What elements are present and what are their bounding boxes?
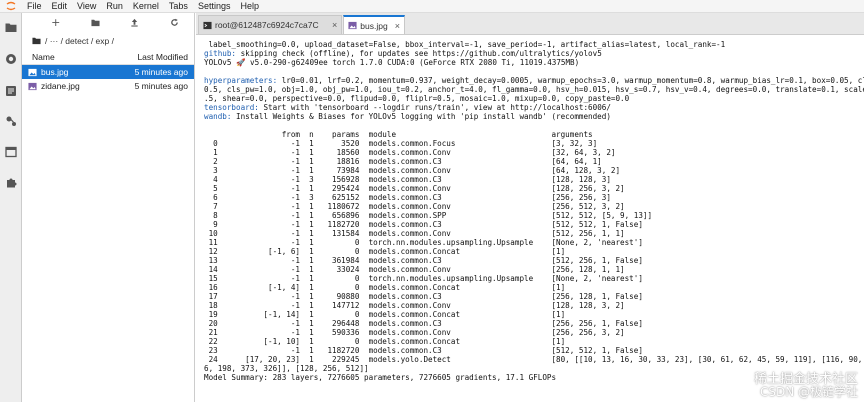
- refresh-button[interactable]: [155, 15, 195, 31]
- terminal-line: YOLOv5 🚀 v5.0-290-g62409ee torch 1.7.0 C…: [204, 58, 580, 67]
- close-icon[interactable]: ×: [332, 20, 337, 30]
- image-file-icon: [28, 68, 37, 76]
- commands-icon[interactable]: [5, 85, 17, 97]
- terminal-line: 5 -1 1 295424 models.common.Conv [128, 2…: [204, 184, 625, 193]
- terminal-line: 0 -1 1 3520 models.common.Focus [3, 32, …: [204, 139, 598, 148]
- file-modified: 5 minutes ago: [134, 81, 188, 91]
- terminal-keyword: github:: [204, 49, 237, 58]
- menu-tabs[interactable]: Tabs: [164, 0, 193, 13]
- terminal-keyword: hyperparameters:: [204, 76, 278, 85]
- close-icon[interactable]: ×: [395, 21, 400, 31]
- jupyter-logo-icon: [0, 0, 22, 13]
- file-name: zidane.jpg: [41, 81, 80, 91]
- upload-button[interactable]: [115, 15, 155, 31]
- terminal-line: 18 -1 1 147712 models.common.Conv [128, …: [204, 301, 625, 310]
- terminal-output[interactable]: label_smoothing=0.0, upload_dataset=Fals…: [196, 35, 864, 402]
- tab-terminal-label: root@612487c6924c7ca7C: [215, 20, 319, 30]
- watermark-line-2: CSDN @极链学社: [759, 385, 858, 399]
- terminal-line: 8 -1 1 656896 models.common.SPP [512, 51…: [204, 211, 653, 220]
- menu-file[interactable]: File: [22, 0, 47, 13]
- terminal-line: 10 -1 1 131584 models.common.Conv [512, …: [204, 229, 625, 238]
- image-file-icon: [348, 21, 357, 30]
- menu-settings[interactable]: Settings: [193, 0, 236, 13]
- terminal-line: 0.5, cls_pw=1.0, obj=1.0, obj_pw=1.0, io…: [204, 85, 864, 94]
- terminal-line: 2 -1 1 18816 models.common.C3 [64, 64, 1…: [204, 157, 602, 166]
- menu-edit[interactable]: Edit: [47, 0, 73, 13]
- upload-icon: [131, 18, 138, 27]
- image-file-icon: [28, 82, 37, 90]
- terminal-line: 12 [-1, 6] 1 0 models.common.Concat [1]: [204, 247, 566, 256]
- folder-icon[interactable]: [5, 21, 17, 33]
- terminal-line: github: skipping check (offline), for up…: [204, 49, 602, 58]
- breadcrumb: / ··· / detect / exp /: [22, 32, 194, 49]
- extension-icon[interactable]: [5, 176, 17, 188]
- menu-help[interactable]: Help: [235, 0, 264, 13]
- tabs-icon[interactable]: [5, 146, 17, 158]
- column-header-name[interactable]: Name: [32, 52, 137, 62]
- terminal-line: from n params module arguments: [204, 130, 593, 139]
- terminal-line: 3 -1 1 73984 models.common.Conv [64, 128…: [204, 166, 621, 175]
- file-name: bus.jpg: [41, 67, 69, 77]
- property-inspector-icon[interactable]: [5, 115, 17, 127]
- terminal-line: .5, shear=0.0, perspective=0.0, flipud=0…: [204, 94, 630, 103]
- running-icon[interactable]: [5, 53, 17, 65]
- terminal-keyword: wandb:: [204, 112, 232, 121]
- file-browser: + / ··· / detect / exp / Name Last Modif…: [22, 13, 195, 402]
- terminal-icon: [203, 21, 212, 29]
- terminal-line: 22 [-1, 10] 1 0 models.common.Concat [1]: [204, 337, 566, 346]
- column-header-modified[interactable]: Last Modified: [137, 52, 188, 62]
- terminal-line: hyperparameters: lr0=0.01, lrf=0.2, mome…: [204, 76, 864, 85]
- terminal-line: 1 -1 1 18560 models.common.Conv [32, 64,…: [204, 148, 616, 157]
- watermark: 稀土掘金技术社区 CSDN @极链学社: [688, 368, 858, 400]
- file-row[interactable]: bus.jpg 5 minutes ago: [22, 65, 194, 79]
- terminal-line: 16 [-1, 4] 1 0 models.common.Concat [1]: [204, 283, 566, 292]
- tab-bus-image[interactable]: bus.jpg ×: [343, 15, 405, 34]
- terminal-line: 11 -1 1 0 torch.nn.modules.upsampling.Up…: [204, 238, 643, 247]
- breadcrumb-path[interactable]: / ··· / detect / exp /: [45, 36, 114, 46]
- new-folder-button[interactable]: [76, 15, 116, 31]
- menu-view[interactable]: View: [72, 0, 101, 13]
- file-list-header: Name Last Modified: [22, 49, 194, 65]
- terminal-line: 15 -1 1 0 torch.nn.modules.upsampling.Up…: [204, 274, 643, 283]
- menu-bar: File Edit View Run Kernel Tabs Settings Help: [0, 0, 864, 13]
- folder-icon[interactable]: [32, 36, 41, 45]
- terminal-line: tensorboard: Start with 'tensorboard --l…: [204, 103, 611, 112]
- tab-bar: root@612487c6924c7ca7C × bus.jpg ×: [196, 13, 864, 35]
- file-row[interactable]: zidane.jpg 5 minutes ago: [22, 79, 194, 93]
- terminal-line: label_smoothing=0.0, upload_dataset=Fals…: [204, 40, 726, 49]
- activity-bar: [0, 13, 22, 402]
- terminal-line: 20 -1 1 296448 models.common.C3 [256, 25…: [204, 319, 643, 328]
- tab-terminal[interactable]: root@612487c6924c7ca7C ×: [198, 15, 343, 34]
- refresh-icon: [170, 18, 178, 26]
- terminal-line: 19 [-1, 14] 1 0 models.common.Concat [1]: [204, 310, 566, 319]
- tab-bus-image-label: bus.jpg: [360, 20, 388, 31]
- terminal-line: 4 -1 3 156928 models.common.C3 [128, 128…: [204, 175, 611, 184]
- terminal-keyword: tensorboard:: [204, 103, 259, 112]
- terminal-line: 21 -1 1 590336 models.common.Conv [256, …: [204, 328, 625, 337]
- menu-kernel[interactable]: Kernel: [128, 0, 164, 13]
- terminal-line: 23 -1 1 1182720 models.common.C3 [512, 5…: [204, 346, 643, 355]
- file-list: bus.jpg 5 minutes ago zidane.jpg 5 minutes …: [22, 65, 194, 93]
- file-modified: 5 minutes ago: [134, 67, 188, 77]
- terminal-line: 9 -1 1 1182720 models.common.C3 [512, 51…: [204, 220, 643, 229]
- plus-icon: +: [51, 16, 61, 29]
- terminal-line: 6 -1 3 625152 models.common.C3 [256, 256…: [204, 193, 611, 202]
- terminal-line: 7 -1 1 1180672 models.common.Conv [256, …: [204, 202, 625, 211]
- terminal-line: wandb: Install Weights & Biases for YOLO…: [204, 112, 611, 121]
- terminal-line: 13 -1 1 361984 models.common.C3 [512, 25…: [204, 256, 643, 265]
- terminal-line: 17 -1 1 90880 models.common.C3 [256, 128…: [204, 292, 643, 301]
- terminal-line: 24 [17, 20, 23] 1 229245 models.yolo.Det…: [204, 355, 864, 364]
- menu-run[interactable]: Run: [101, 0, 128, 13]
- new-launcher-button[interactable]: +: [36, 15, 76, 31]
- terminal-line: 14 -1 1 33024 models.common.Conv [256, 1…: [204, 265, 625, 274]
- file-browser-toolbar: +: [22, 13, 194, 32]
- new-folder-icon: [91, 19, 100, 27]
